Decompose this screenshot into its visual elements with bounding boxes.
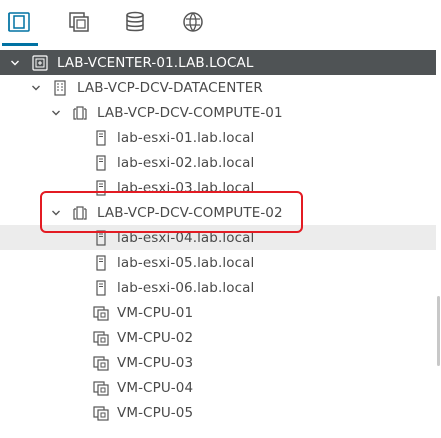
tree-node-vm[interactable]: VM-CPU-05 [0,400,436,425]
annotation-highlight-box [40,191,303,233]
cluster-icon [72,105,88,121]
host-icon [93,254,109,271]
datacenter-icon [52,79,68,96]
tree-node-datacenter[interactable]: LAB-VCP-DCV-DATACENTER [0,75,436,100]
scrollbar-thumb[interactable] [437,296,440,366]
host-icon [93,154,109,171]
tree-node-label: VM-CPU-04 [117,379,194,396]
tree-node-label: VM-CPU-02 [117,329,194,346]
collapse-chevron-icon[interactable] [49,106,63,120]
tree-node-vm[interactable]: VM-CPU-02 [0,325,436,350]
vcenter-icon [32,54,48,71]
tree-node-label: lab-esxi-02.lab.local [117,154,255,171]
tree-node-host[interactable]: lab-esxi-01.lab.local [0,125,436,150]
networking-icon [181,10,205,34]
tree-node-label: lab-esxi-01.lab.local [117,129,255,146]
vm-icon [93,380,109,396]
vm-icon [93,305,109,321]
vms-and-templates-icon [66,10,90,34]
navigator-toolbar [0,0,441,46]
vms-and-templates-tab[interactable] [61,10,95,42]
tree-node-host[interactable]: lab-esxi-02.lab.local [0,150,436,175]
tree-node-label: VM-CPU-05 [117,404,194,421]
vm-icon [93,355,109,371]
tree-node-host[interactable]: lab-esxi-06.lab.local [0,275,436,300]
hosts-and-clusters-tab[interactable] [2,10,38,46]
active-tab-indicator [2,43,38,46]
host-icon [93,129,109,146]
tree-node-label: lab-esxi-05.lab.local [117,254,255,271]
tree-node-label: VM-CPU-03 [117,354,194,371]
tree-node-vm[interactable]: VM-CPU-04 [0,375,436,400]
tree-node-label: lab-esxi-06.lab.local [117,279,255,296]
tree-node-label: LAB-VCENTER-01.LAB.LOCAL [57,54,254,71]
hosts-and-clusters-icon [7,10,31,34]
vm-icon [93,330,109,346]
tree-node-vm[interactable]: VM-CPU-01 [0,300,436,325]
tree-scrollbar[interactable] [436,48,441,438]
tree-node-vcenter[interactable]: LAB-VCENTER-01.LAB.LOCAL [0,50,436,75]
tree-node-label: VM-CPU-01 [117,304,194,321]
collapse-chevron-icon[interactable] [29,81,43,95]
tree-node-cluster[interactable]: LAB-VCP-DCV-COMPUTE-01 [0,100,436,125]
host-icon [93,279,109,296]
networking-tab[interactable] [176,10,210,42]
tree-node-label: LAB-VCP-DCV-DATACENTER [77,79,263,96]
collapse-chevron-icon[interactable] [8,56,22,70]
tree-node-label: LAB-VCP-DCV-COMPUTE-01 [97,104,283,121]
tree-node-vm[interactable]: VM-CPU-03 [0,350,436,375]
tree-node-host[interactable]: lab-esxi-05.lab.local [0,250,436,275]
vm-icon [93,405,109,421]
storage-icon [123,10,147,34]
storage-tab[interactable] [118,10,152,42]
